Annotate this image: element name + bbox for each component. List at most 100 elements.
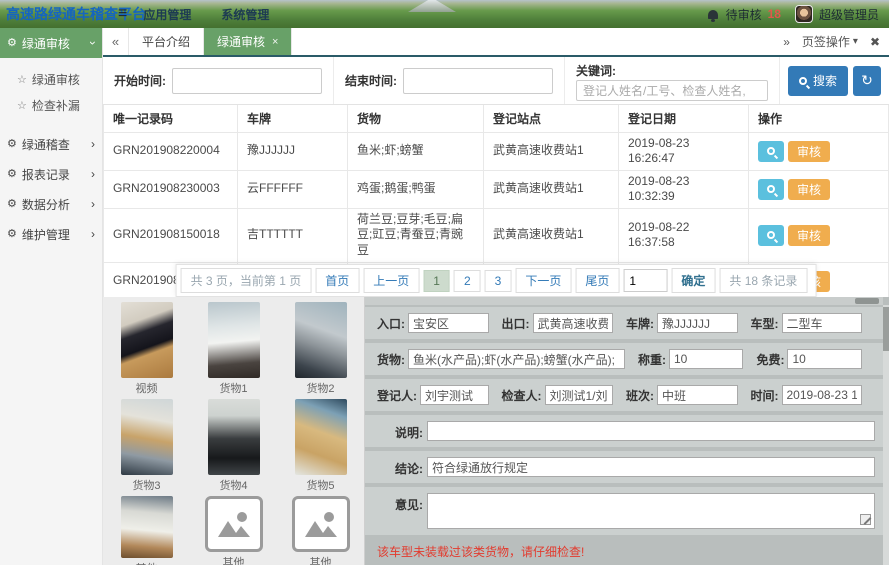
conclusion-input[interactable] (427, 457, 875, 477)
registrant-input[interactable] (420, 385, 489, 405)
last-page-button[interactable]: 尾页 (575, 268, 620, 293)
weight-input[interactable] (668, 349, 744, 369)
sidebar-item-label: 维护管理 (21, 227, 70, 242)
vehicle-type-input[interactable] (781, 313, 862, 333)
view-button[interactable] (758, 140, 784, 162)
thumbnail-video[interactable]: 视频 (120, 300, 173, 396)
goods-photo[interactable] (120, 399, 173, 475)
inspector-field: 检查人: (502, 385, 627, 405)
other-photo[interactable] (120, 496, 173, 558)
magnifier-icon (767, 147, 775, 156)
filter-buttons: 搜索 ↻ (787, 57, 889, 104)
cell-station: 武黄高速收费站1 (483, 169, 619, 209)
menu-app-management[interactable]: 应用管理 (143, 6, 191, 23)
tab-green-review[interactable]: 绿通审核 × (204, 28, 293, 55)
bell-icon[interactable] (707, 9, 718, 22)
video-preview-image[interactable] (120, 302, 173, 378)
thumbnail-other-3[interactable]: 其他 (291, 494, 350, 565)
sidebar-submenu: ☆ 绿通审核 ☆ 检查补漏 (0, 58, 102, 128)
keyword-input[interactable] (576, 80, 768, 101)
thumbnail-other-1[interactable]: 其他 (120, 494, 173, 565)
time-field: 时间: (751, 385, 876, 405)
table-row[interactable]: GRN201908150018 吉TTTTTT 荷兰豆;豆芽;毛豆;扁豆;豇豆;… (103, 207, 889, 263)
tab-platform-intro[interactable]: 平台介绍 (129, 28, 205, 55)
empty-image-slot[interactable] (204, 496, 263, 552)
exit-input[interactable] (532, 313, 613, 333)
goods-photo[interactable] (207, 399, 260, 475)
start-time-group: 开始时间: (103, 57, 334, 104)
shift-input[interactable] (657, 385, 738, 405)
sidebar-subitem-inspection-patch[interactable]: ☆ 检查补漏 (0, 92, 102, 118)
inspector-input[interactable] (544, 385, 613, 405)
goto-confirm-button[interactable]: 确定 (671, 268, 716, 293)
goto-page-input[interactable] (623, 269, 668, 292)
prev-page-button[interactable]: 上一页 (363, 268, 420, 293)
table-row[interactable]: GRN201908220004 豫JJJJJJ 鱼米;虾;螃蟹 武黄高速收费站1… (103, 131, 889, 171)
review-button[interactable]: 审核 (788, 224, 831, 246)
thumbnail-goods-4[interactable]: 货物4 (207, 397, 260, 493)
edit-icon[interactable] (860, 514, 871, 525)
sidebar-subitem-green-review[interactable]: ☆ 绿通审核 (0, 66, 102, 92)
user-role-label[interactable]: 超级管理员 (819, 6, 879, 23)
end-time-group: 结束时间: (334, 57, 565, 104)
review-button[interactable]: 审核 (788, 140, 831, 162)
thumbnail-goods-2[interactable]: 货物2 (294, 300, 347, 396)
next-page-button[interactable]: 下一页 (515, 268, 572, 293)
form-row-note: 说明: (365, 415, 883, 447)
gear-icon: ⚙ (7, 137, 17, 150)
tab-actions-dropdown[interactable]: 页签操作 ▾ (802, 33, 858, 50)
pending-review-link[interactable]: 待审核 (726, 6, 762, 23)
tab-scroll-left-icon[interactable]: « (103, 28, 129, 55)
sidebar-item-green-review[interactable]: ⚙ 绿通审核 › (0, 28, 102, 58)
goods-input[interactable] (408, 349, 625, 369)
scrollbar-handle[interactable] (883, 307, 889, 351)
entrance-input[interactable] (408, 313, 489, 333)
goods-photo[interactable] (294, 302, 347, 378)
avatar[interactable] (794, 5, 813, 23)
review-button[interactable]: 审核 (788, 178, 831, 200)
view-button[interactable] (758, 178, 784, 200)
weight-label: 称重: (637, 352, 666, 367)
view-button[interactable] (758, 224, 784, 246)
image-placeholder-icon (217, 512, 250, 537)
header-right: 待审核 18 超级管理员 (707, 5, 889, 23)
page-button-1[interactable]: 1 (423, 269, 450, 292)
page-button-3[interactable]: 3 (484, 269, 512, 292)
note-input[interactable] (427, 421, 875, 441)
col-record-code: 唯一记录码 (103, 105, 238, 133)
free-input[interactable] (787, 349, 862, 369)
sidebar-subitem-label: 检查补漏 (31, 98, 80, 113)
goods-photo[interactable] (294, 399, 347, 475)
thumbnail-goods-3[interactable]: 货物3 (120, 397, 173, 493)
page-button-2[interactable]: 2 (453, 269, 481, 292)
sidebar-item-report-records[interactable]: ⚙ 报表记录 › (0, 160, 102, 188)
start-time-input[interactable] (172, 67, 322, 94)
cell-actions: 审核 (748, 169, 889, 209)
sidebar-item-maintenance[interactable]: ⚙ 维护管理 › (0, 220, 102, 248)
goods-photo[interactable] (207, 302, 260, 378)
hamburger-icon[interactable]: ≡ (118, 0, 127, 28)
empty-image-slot[interactable] (291, 496, 350, 552)
thumbnail-goods-1[interactable]: 货物1 (207, 300, 260, 396)
sidebar-subitem-label: 绿通审核 (31, 72, 80, 87)
refresh-button[interactable]: ↻ (853, 65, 881, 96)
sidebar-item-green-inspection[interactable]: ⚙ 绿通稽查 › (0, 130, 102, 158)
sidebar-item-data-analysis[interactable]: ⚙ 数据分析 › (0, 190, 102, 218)
table-row[interactable]: GRN201908230003 云FFFFFF 鸡蛋;鹅蛋;鸭蛋 武黄高速收费站… (103, 169, 889, 209)
tab-scroll-right-icon[interactable]: » (783, 35, 790, 49)
opinion-textarea[interactable] (427, 493, 875, 529)
shift-label: 班次: (626, 388, 654, 403)
search-button[interactable]: 搜索 (787, 65, 848, 96)
thumbnail-label: 货物4 (219, 480, 248, 492)
time-input[interactable] (781, 385, 862, 405)
menu-system-management[interactable]: 系统管理 (221, 6, 269, 23)
thumbnail-goods-5[interactable]: 货物5 (294, 397, 347, 493)
scrollbar-handle[interactable] (855, 298, 879, 304)
end-time-label: 结束时间: (345, 74, 397, 88)
close-all-tabs-icon[interactable]: ✖ (870, 35, 880, 49)
thumbnail-other-2[interactable]: 其他 (204, 494, 263, 565)
plate-input[interactable] (657, 313, 738, 333)
close-icon[interactable]: × (272, 36, 278, 48)
end-time-input[interactable] (403, 67, 553, 94)
first-page-button[interactable]: 首页 (315, 268, 360, 293)
